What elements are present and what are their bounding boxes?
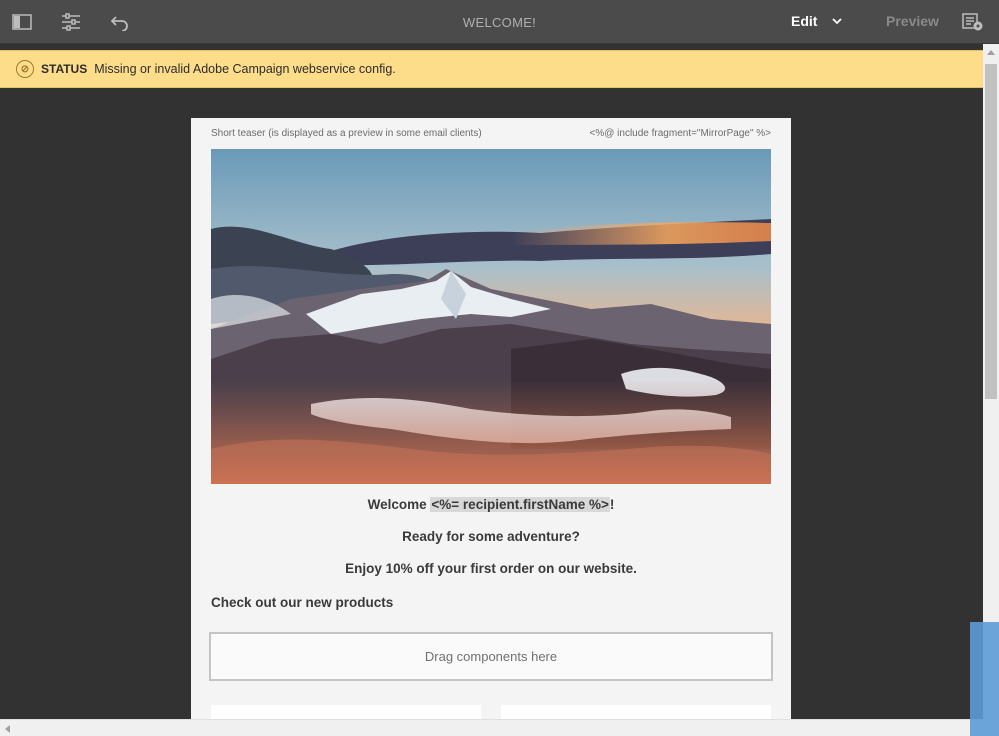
mirror-page-fragment[interactable]: <%@ include fragment="MirrorPage" %> [590, 128, 772, 139]
campaign-logo-icon: ⊘ [16, 60, 34, 78]
document-title: WELCOME! [462, 15, 537, 30]
hero-image[interactable] [211, 149, 771, 484]
product-card-left[interactable] [211, 705, 481, 719]
discount-line[interactable]: Enjoy 10% off your first order on our we… [191, 561, 791, 576]
list-settings-icon[interactable] [961, 10, 985, 34]
adventure-line[interactable]: Ready for some adventure? [191, 529, 791, 544]
horizontal-scrollbar[interactable] [0, 719, 999, 736]
status-banner: ⊘ STATUS Missing or invalid Adobe Campai… [0, 50, 983, 88]
side-panel-tab[interactable] [970, 622, 999, 736]
welcome-prefix: Welcome [367, 497, 431, 512]
email-canvas: Short teaser (is displayed as a preview … [191, 118, 791, 719]
top-toolbar: WELCOME! Edit Preview [0, 0, 999, 44]
welcome-suffix: ! [609, 497, 615, 512]
component-dropzone[interactable]: Drag components here [209, 632, 773, 681]
short-teaser[interactable]: Short teaser (is displayed as a preview … [211, 128, 482, 139]
status-label: STATUS [41, 62, 88, 76]
chevron-down-icon[interactable] [830, 14, 844, 28]
welcome-line[interactable]: Welcome <%= recipient.firstName %>! [191, 497, 791, 512]
scroll-left-arrow-icon[interactable] [5, 725, 10, 733]
product-card-right[interactable] [501, 705, 771, 719]
vertical-scrollbar[interactable] [983, 44, 999, 719]
edit-mode-button[interactable]: Edit [791, 13, 817, 29]
personalization-token[interactable]: <%= recipient.firstName %> [430, 497, 610, 512]
vertical-scroll-thumb[interactable] [985, 64, 997, 399]
preview-button[interactable]: Preview [886, 13, 939, 29]
status-message: Missing or invalid Adobe Campaign webser… [94, 62, 396, 76]
scroll-up-arrow-icon[interactable] [987, 50, 995, 55]
products-heading[interactable]: Check out our new products [211, 595, 393, 610]
